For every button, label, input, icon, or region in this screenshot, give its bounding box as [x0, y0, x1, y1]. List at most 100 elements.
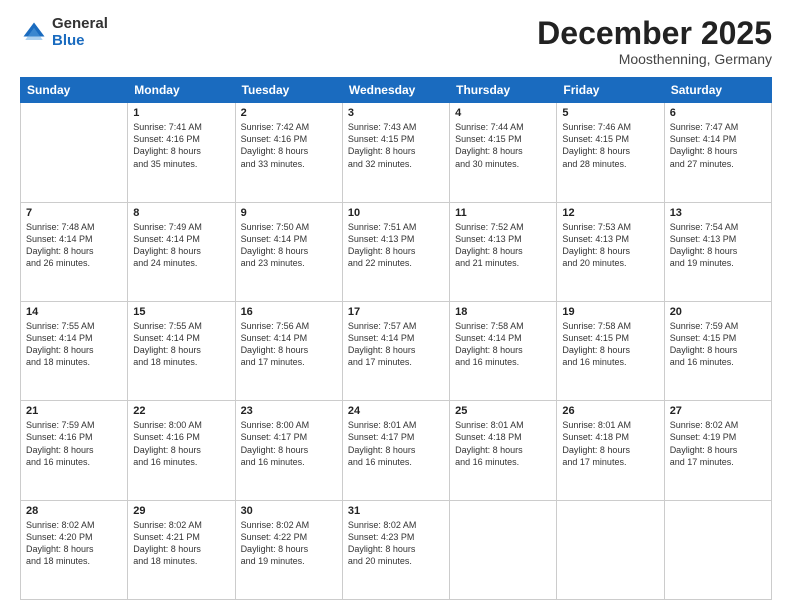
day-info: Sunrise: 7:55 AMSunset: 4:14 PMDaylight:…: [26, 320, 122, 369]
day-info: Sunrise: 7:44 AMSunset: 4:15 PMDaylight:…: [455, 121, 551, 170]
day-info: Sunrise: 7:41 AMSunset: 4:16 PMDaylight:…: [133, 121, 229, 170]
calendar-week-row: 21Sunrise: 7:59 AMSunset: 4:16 PMDayligh…: [21, 401, 772, 500]
table-row: 24 Sunrise: 8:01 AMSunset: 4:17 PMDayligh…: [342, 401, 449, 500]
day-number: 3: [348, 107, 444, 119]
day-number: 5: [562, 107, 658, 119]
table-row: 15Sunrise: 7:55 AMSunset: 4:14 PMDayligh…: [128, 301, 235, 400]
day-number: 29: [133, 505, 229, 517]
table-row: 8Sunrise: 7:49 AMSunset: 4:14 PMDaylight…: [128, 202, 235, 301]
calendar-week-row: 14 Sunrise: 7:55 AMSunset: 4:14 PMDayligh…: [21, 301, 772, 400]
table-row: 19 Sunrise: 7:58 AMSunset: 4:15 PMDayligh…: [557, 301, 664, 400]
table-row: 21Sunrise: 7:59 AMSunset: 4:16 PMDayligh…: [21, 401, 128, 500]
table-row: 31 Sunrise: 8:02 AMSunset: 4:23 PMDayligh…: [342, 500, 449, 599]
day-info: Sunrise: 7:53 AMSunset: 4:13 PMDaylight:…: [562, 221, 658, 270]
day-info: Sunrise: 7:55 AMSunset: 4:14 PMDaylight:…: [133, 320, 229, 369]
table-row: 11 Sunrise: 7:52 AMSunset: 4:13 PMDayligh…: [450, 202, 557, 301]
logo-general-text: General: [52, 16, 108, 33]
day-info: Sunrise: 8:00 AMSunset: 4:16 PMDaylight:…: [133, 419, 229, 468]
weekday-header-row: Sunday Monday Tuesday Wednesday Thursday…: [21, 78, 772, 103]
logo-text: General Blue: [52, 16, 108, 49]
day-number: 17: [348, 306, 444, 318]
table-row: 29Sunrise: 8:02 AMSunset: 4:21 PMDayligh…: [128, 500, 235, 599]
day-number: 25: [455, 405, 551, 417]
day-info: Sunrise: 8:02 AMSunset: 4:20 PMDaylight:…: [26, 519, 122, 568]
col-wednesday: Wednesday: [342, 78, 449, 103]
day-info: Sunrise: 7:47 AMSunset: 4:14 PMDaylight:…: [670, 121, 766, 170]
table-row: 30Sunrise: 8:02 AMSunset: 4:22 PMDayligh…: [235, 500, 342, 599]
col-sunday: Sunday: [21, 78, 128, 103]
day-info: Sunrise: 8:02 AMSunset: 4:22 PMDaylight:…: [241, 519, 337, 568]
table-row: 4Sunrise: 7:44 AMSunset: 4:15 PMDaylight…: [450, 103, 557, 202]
table-row: 26 Sunrise: 8:01 AMSunset: 4:18 PMDayligh…: [557, 401, 664, 500]
day-number: 1: [133, 107, 229, 119]
table-row: [664, 500, 771, 599]
calendar-table: Sunday Monday Tuesday Wednesday Thursday…: [20, 77, 772, 600]
logo: General Blue: [20, 16, 108, 49]
day-number: 31: [348, 505, 444, 517]
day-info: Sunrise: 7:42 AMSunset: 4:16 PMDaylight:…: [241, 121, 337, 170]
month-title: December 2025: [537, 16, 772, 51]
table-row: 20Sunrise: 7:59 AMSunset: 4:15 PMDayligh…: [664, 301, 771, 400]
day-number: 24: [348, 405, 444, 417]
day-number: 14: [26, 306, 122, 318]
day-number: 28: [26, 505, 122, 517]
table-row: 22 Sunrise: 8:00 AMSunset: 4:16 PMDayligh…: [128, 401, 235, 500]
table-row: 2 Sunrise: 7:42 AMSunset: 4:16 PMDaylight…: [235, 103, 342, 202]
day-info: Sunrise: 7:58 AMSunset: 4:15 PMDaylight:…: [562, 320, 658, 369]
col-friday: Friday: [557, 78, 664, 103]
table-row: 28 Sunrise: 8:02 AMSunset: 4:20 PMDayligh…: [21, 500, 128, 599]
day-number: 11: [455, 207, 551, 219]
day-info: Sunrise: 8:02 AMSunset: 4:23 PMDaylight:…: [348, 519, 444, 568]
table-row: 16Sunrise: 7:56 AMSunset: 4:14 PMDayligh…: [235, 301, 342, 400]
logo-blue-text: Blue: [52, 33, 108, 50]
header: General Blue December 2025 Moosthenning,…: [20, 16, 772, 67]
col-thursday: Thursday: [450, 78, 557, 103]
day-info: Sunrise: 7:54 AMSunset: 4:13 PMDaylight:…: [670, 221, 766, 270]
day-number: 18: [455, 306, 551, 318]
day-number: 23: [241, 405, 337, 417]
title-block: December 2025 Moosthenning, Germany: [537, 16, 772, 67]
table-row: 14 Sunrise: 7:55 AMSunset: 4:14 PMDayligh…: [21, 301, 128, 400]
table-row: 27Sunrise: 8:02 AMSunset: 4:19 PMDayligh…: [664, 401, 771, 500]
day-number: 16: [241, 306, 337, 318]
day-info: Sunrise: 8:01 AMSunset: 4:17 PMDaylight:…: [348, 419, 444, 468]
day-number: 2: [241, 107, 337, 119]
day-info: Sunrise: 8:01 AMSunset: 4:18 PMDaylight:…: [562, 419, 658, 468]
day-info: Sunrise: 7:46 AMSunset: 4:15 PMDaylight:…: [562, 121, 658, 170]
day-info: Sunrise: 7:58 AMSunset: 4:14 PMDaylight:…: [455, 320, 551, 369]
table-row: 6Sunrise: 7:47 AMSunset: 4:14 PMDaylight…: [664, 103, 771, 202]
day-info: Sunrise: 7:52 AMSunset: 4:13 PMDaylight:…: [455, 221, 551, 270]
day-info: Sunrise: 7:43 AMSunset: 4:15 PMDaylight:…: [348, 121, 444, 170]
table-row: [450, 500, 557, 599]
page: General Blue December 2025 Moosthenning,…: [0, 0, 792, 612]
table-row: 5 Sunrise: 7:46 AMSunset: 4:15 PMDaylight…: [557, 103, 664, 202]
calendar-week-row: 28 Sunrise: 8:02 AMSunset: 4:20 PMDayligh…: [21, 500, 772, 599]
table-row: 25 Sunrise: 8:01 AMSunset: 4:18 PMDayligh…: [450, 401, 557, 500]
calendar-week-row: 1 Sunrise: 7:41 AMSunset: 4:16 PMDaylight…: [21, 103, 772, 202]
day-info: Sunrise: 8:02 AMSunset: 4:19 PMDaylight:…: [670, 419, 766, 468]
col-saturday: Saturday: [664, 78, 771, 103]
logo-icon: [20, 19, 48, 47]
table-row: 3 Sunrise: 7:43 AMSunset: 4:15 PMDaylight…: [342, 103, 449, 202]
day-number: 22: [133, 405, 229, 417]
day-number: 10: [348, 207, 444, 219]
table-row: 9Sunrise: 7:50 AMSunset: 4:14 PMDaylight…: [235, 202, 342, 301]
day-info: Sunrise: 8:01 AMSunset: 4:18 PMDaylight:…: [455, 419, 551, 468]
day-number: 26: [562, 405, 658, 417]
calendar-week-row: 7 Sunrise: 7:48 AMSunset: 4:14 PMDaylight…: [21, 202, 772, 301]
day-info: Sunrise: 7:51 AMSunset: 4:13 PMDaylight:…: [348, 221, 444, 270]
table-row: 10 Sunrise: 7:51 AMSunset: 4:13 PMDayligh…: [342, 202, 449, 301]
table-row: 23Sunrise: 8:00 AMSunset: 4:17 PMDayligh…: [235, 401, 342, 500]
day-number: 19: [562, 306, 658, 318]
day-info: Sunrise: 7:57 AMSunset: 4:14 PMDaylight:…: [348, 320, 444, 369]
day-number: 7: [26, 207, 122, 219]
col-monday: Monday: [128, 78, 235, 103]
day-info: Sunrise: 7:48 AMSunset: 4:14 PMDaylight:…: [26, 221, 122, 270]
table-row: 17 Sunrise: 7:57 AMSunset: 4:14 PMDayligh…: [342, 301, 449, 400]
col-tuesday: Tuesday: [235, 78, 342, 103]
table-row: 7 Sunrise: 7:48 AMSunset: 4:14 PMDaylight…: [21, 202, 128, 301]
day-number: 13: [670, 207, 766, 219]
table-row: 13 Sunrise: 7:54 AMSunset: 4:13 PMDayligh…: [664, 202, 771, 301]
day-number: 9: [241, 207, 337, 219]
day-number: 21: [26, 405, 122, 417]
